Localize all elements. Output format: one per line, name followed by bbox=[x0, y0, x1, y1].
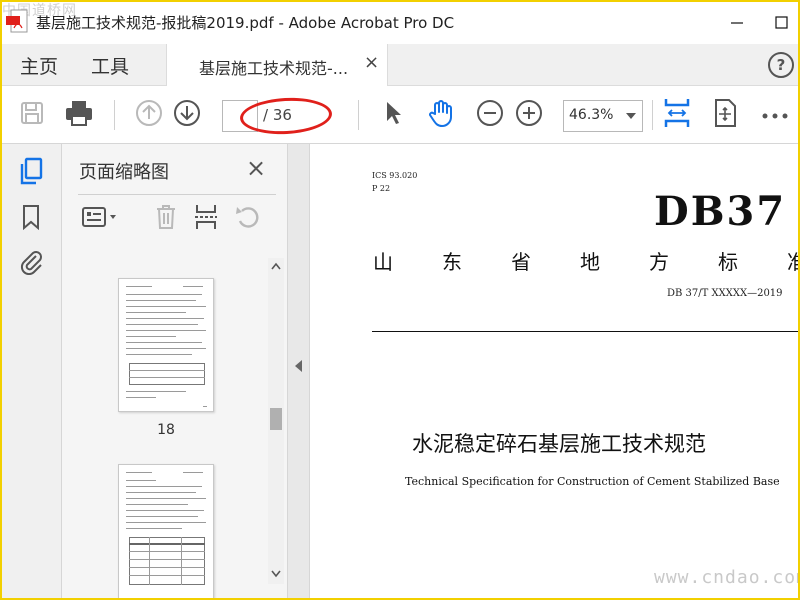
zoom-level-select[interactable]: 46.3% bbox=[563, 100, 643, 132]
scrollbar-thumb[interactable] bbox=[270, 408, 282, 430]
acrobat-app-icon bbox=[4, 8, 30, 36]
hand-tool-button[interactable] bbox=[424, 98, 458, 132]
save-button[interactable] bbox=[15, 98, 49, 132]
document-title-english: Technical Specification for Construction… bbox=[405, 475, 780, 488]
heading-char: 方 bbox=[649, 250, 669, 274]
hand-icon bbox=[426, 98, 456, 132]
title-bar: 中国道桥网 基层施工技术规范-报批稿2019.pdf - Adobe Acrob… bbox=[0, 0, 800, 44]
zoom-in-button[interactable] bbox=[512, 98, 546, 132]
page-thumbnail[interactable] bbox=[118, 278, 214, 412]
print-button[interactable] bbox=[62, 98, 96, 132]
chevron-down-icon bbox=[626, 113, 636, 119]
more-tools-button[interactable] bbox=[758, 98, 792, 132]
standard-number: DB 37/T XXXXX—2019 bbox=[667, 288, 783, 299]
ics-code: ICS 93.020 bbox=[372, 171, 418, 180]
copy-pages-icon bbox=[18, 157, 44, 189]
arrow-up-circle-icon bbox=[135, 99, 163, 131]
rotate-icon bbox=[234, 203, 262, 235]
heading-char: 准 bbox=[787, 250, 800, 274]
panel-title: 页面缩略图 bbox=[79, 162, 169, 183]
select-tool-button[interactable] bbox=[376, 98, 410, 132]
attachments-button[interactable] bbox=[17, 248, 45, 278]
thumbnail-page-number: 18 bbox=[157, 422, 175, 438]
heading-char: 标 bbox=[718, 250, 738, 274]
window-title: 基层施工技术规范-报批稿2019.pdf - Adobe Acrobat Pro… bbox=[36, 14, 455, 32]
thumbnail-options-button[interactable] bbox=[80, 204, 122, 234]
toolbar-divider bbox=[358, 100, 359, 130]
list-options-icon bbox=[81, 206, 121, 232]
tab-tools[interactable]: 工具 bbox=[91, 52, 129, 79]
expand-document-icon bbox=[711, 98, 739, 132]
more-dots-icon bbox=[761, 106, 789, 125]
delete-pages-button[interactable] bbox=[150, 204, 182, 234]
tab-bar: 主页 工具 基层施工技术规范-... × ? bbox=[0, 44, 800, 86]
minimize-button[interactable] bbox=[722, 8, 752, 36]
heading-char: 省 bbox=[511, 250, 531, 274]
panel-close-button[interactable]: × bbox=[246, 154, 266, 182]
split-pages-button[interactable] bbox=[190, 204, 222, 234]
maximize-button[interactable] bbox=[766, 8, 796, 36]
trash-icon bbox=[154, 203, 178, 235]
toolbar-divider bbox=[114, 100, 115, 130]
toolbar: / 36 46.3% bbox=[0, 86, 800, 144]
page-thumbnails-panel: 页面缩略图 × 18 bbox=[62, 144, 288, 600]
document-tab-close-button[interactable]: × bbox=[364, 52, 379, 73]
fit-width-button[interactable] bbox=[660, 98, 694, 132]
next-page-button[interactable] bbox=[170, 98, 204, 132]
p-code: P 22 bbox=[372, 184, 391, 193]
zoom-level-value: 46.3% bbox=[569, 107, 614, 123]
split-page-icon bbox=[193, 203, 219, 235]
scroll-up-icon[interactable] bbox=[271, 260, 281, 273]
toolbar-divider bbox=[652, 100, 653, 130]
db-code: DB37 bbox=[654, 188, 787, 235]
previous-page-button[interactable] bbox=[132, 98, 166, 132]
arrow-down-circle-icon bbox=[173, 99, 201, 131]
full-screen-button[interactable] bbox=[708, 98, 742, 132]
scroll-down-icon[interactable] bbox=[271, 568, 281, 581]
heading-char: 山 bbox=[373, 250, 393, 274]
zoom-out-button[interactable] bbox=[473, 98, 507, 132]
tab-home[interactable]: 主页 bbox=[20, 52, 58, 79]
thumbnails-scrollbar[interactable] bbox=[268, 258, 284, 584]
page-thumbnails-button[interactable] bbox=[17, 157, 45, 189]
print-icon bbox=[64, 99, 94, 131]
save-icon bbox=[19, 100, 45, 130]
panel-divider bbox=[78, 194, 276, 195]
heading-char: 东 bbox=[442, 250, 462, 274]
page-thumbnail[interactable] bbox=[118, 464, 214, 600]
cursor-arrow-icon bbox=[382, 99, 404, 131]
heading-char: 地 bbox=[580, 250, 600, 274]
help-button[interactable]: ? bbox=[768, 52, 794, 78]
fit-page-width-icon bbox=[662, 97, 692, 133]
header-rule bbox=[372, 331, 800, 332]
document-viewer[interactable]: ICS 93.020 P 22 DB37 山 东 省 地 方 标 准 DB 37/T XXX… bbox=[311, 144, 800, 600]
watermark-bottom: www.cndao.com bbox=[654, 567, 800, 588]
bookmarks-button[interactable] bbox=[17, 204, 45, 234]
plus-circle-icon bbox=[515, 99, 543, 131]
thumbnails-list: 18 bbox=[62, 254, 266, 600]
document-tab-label: 基层施工技术规范-... bbox=[199, 59, 349, 78]
minus-circle-icon bbox=[476, 99, 504, 131]
rotate-page-button[interactable] bbox=[232, 204, 264, 234]
paperclip-icon bbox=[19, 247, 43, 279]
province-standard-heading: 山东省地方标准 bbox=[373, 246, 800, 275]
chevron-left-icon bbox=[295, 360, 302, 372]
document-title-chinese: 水泥稳定碎石基层施工技术规范 bbox=[412, 432, 706, 456]
panel-collapse-handle[interactable] bbox=[288, 144, 310, 600]
bookmark-icon bbox=[21, 204, 41, 234]
navigation-rail bbox=[0, 144, 62, 600]
tab-document[interactable]: 基层施工技术规范-... × bbox=[166, 44, 388, 86]
